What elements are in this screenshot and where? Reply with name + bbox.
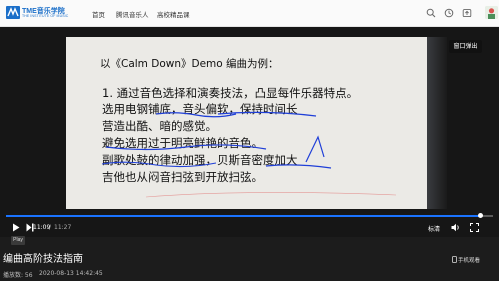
- play-count: 播放数: 56: [3, 272, 33, 279]
- site-logo[interactable]: TME音乐学院 THE INSTITUTE OF MUSIC: [6, 5, 69, 22]
- play-tooltip: Play: [11, 236, 25, 245]
- phone-icon[interactable]: [452, 256, 457, 263]
- nav-tencent-musicians[interactable]: 腾讯音乐人: [116, 9, 149, 19]
- clock-icon[interactable]: [444, 8, 454, 18]
- avatar[interactable]: [485, 6, 498, 19]
- video-frame-edge: [427, 37, 447, 209]
- mobile-watch-link[interactable]: 手机观看: [458, 256, 480, 264]
- avatar-image: [485, 6, 498, 19]
- popout-window-button[interactable]: 窗口弹出: [449, 40, 482, 53]
- total-time: 11:27: [54, 224, 72, 231]
- quality-selector[interactable]: 标清: [428, 224, 440, 233]
- fullscreen-icon[interactable]: [470, 223, 479, 232]
- video-frame[interactable]: 以《Calm Down》Demo 编曲为例： 1. 通过音色选择和演奏技法，凸显…: [66, 37, 427, 209]
- logo-mark-icon: [6, 6, 20, 19]
- volume-icon[interactable]: [451, 223, 461, 232]
- handwritten-annotations: [101, 111, 397, 198]
- publish-date: 2020-08-13 14:42:45: [39, 270, 103, 277]
- current-time: 11:09: [33, 224, 51, 231]
- video-player[interactable]: 以《Calm Down》Demo 编曲为例： 1. 通过音色选择和演奏技法，凸显…: [0, 27, 499, 237]
- upload-icon[interactable]: [462, 8, 472, 18]
- top-navigation-bar: TME音乐学院 THE INSTITUTE OF MUSIC 首页 腾讯音乐人 …: [0, 0, 499, 27]
- play-icon[interactable]: [12, 223, 20, 232]
- progress-fill: [6, 215, 481, 217]
- video-title: 编曲高阶技法指南: [3, 254, 83, 265]
- time-separator: /: [49, 224, 52, 231]
- nav-college-courses[interactable]: 高校精品课: [157, 9, 190, 19]
- progress-bar[interactable]: [6, 213, 493, 218]
- progress-handle[interactable]: [477, 213, 483, 218]
- logo-subtitle: THE INSTITUTE OF MUSIC: [22, 14, 69, 18]
- nav-home[interactable]: 首页: [92, 9, 105, 19]
- search-icon[interactable]: [426, 8, 436, 18]
